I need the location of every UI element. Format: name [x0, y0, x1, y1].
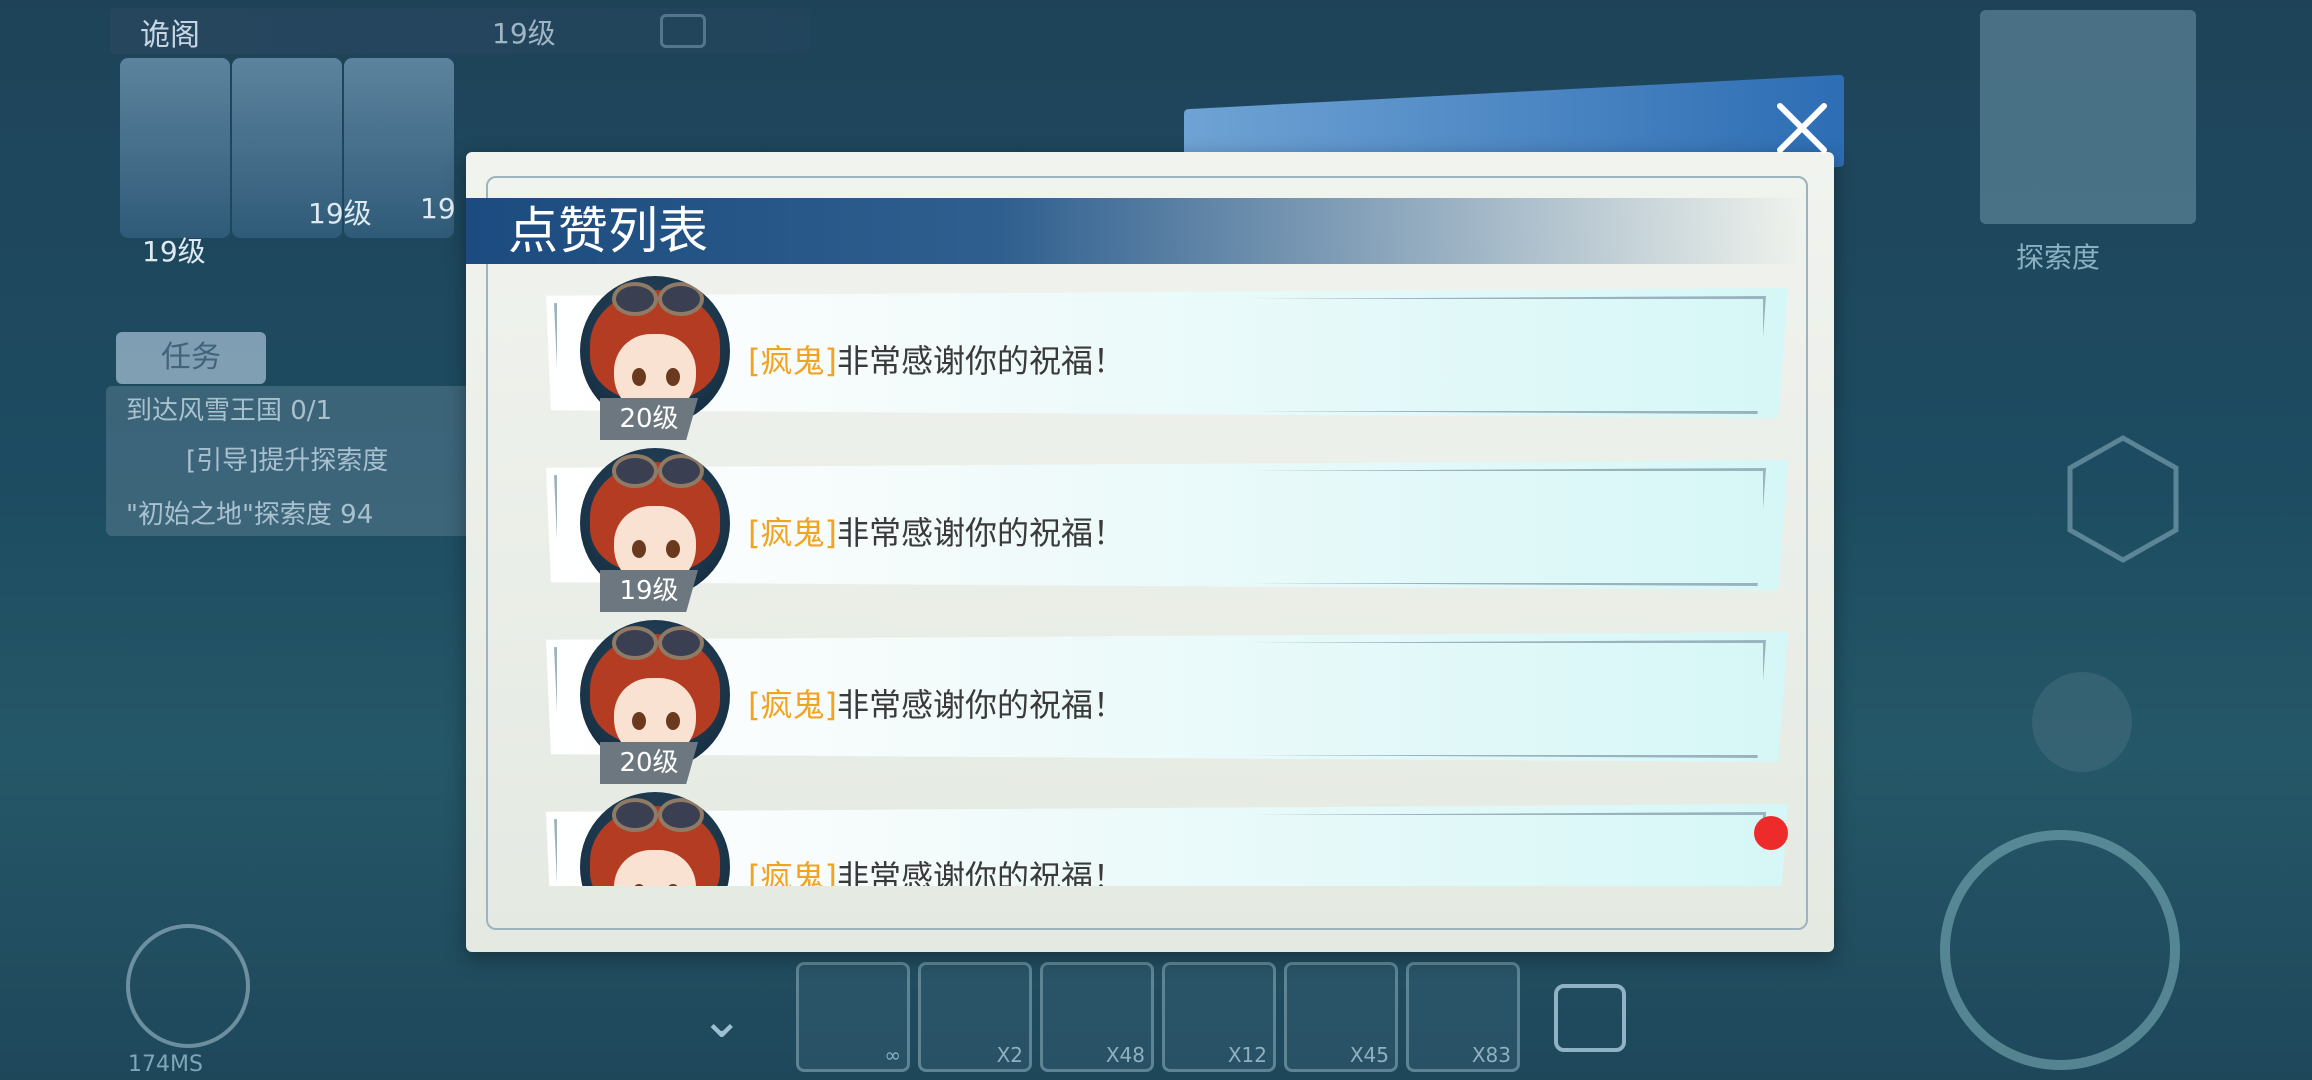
player-name: 诡阁 — [140, 18, 200, 53]
slot-count: X83 — [1471, 1043, 1511, 1067]
avatar-goggle — [612, 454, 658, 488]
map-region-icon[interactable] — [2066, 434, 2180, 564]
quest-line: "初始之地"探索度 94 — [126, 500, 374, 530]
slot-count: X2 — [996, 1043, 1023, 1067]
attack-button[interactable] — [1940, 830, 2180, 1070]
close-icon[interactable] — [1770, 96, 1834, 160]
dialog-title: 点赞列表 — [508, 202, 708, 260]
sender-name: [疯鬼] — [748, 858, 837, 886]
message-text: 非常感谢你的祝福！ — [836, 858, 1125, 886]
item-slot[interactable]: X2 — [918, 962, 1032, 1072]
avatar-eye — [666, 368, 680, 386]
card-frame — [554, 812, 1766, 886]
sender-name: [疯鬼] — [748, 686, 837, 724]
party-level: 19 — [420, 192, 456, 225]
chevron-down-icon[interactable]: ⌄ — [700, 990, 744, 1050]
quest-line: 到达风雪王国 0/1 — [126, 396, 333, 426]
avatar-eye — [666, 712, 680, 730]
party-panel[interactable]: 19级 19级 19 — [120, 58, 460, 298]
sprint-button[interactable] — [2032, 672, 2132, 772]
mount-button[interactable] — [126, 924, 250, 1048]
backpack-icon[interactable] — [1554, 984, 1626, 1052]
like-message: [疯鬼]非常感谢你的祝福！ — [748, 336, 1125, 382]
like-message: [疯鬼]非常感谢你的祝福！ — [748, 680, 1125, 726]
list-item[interactable]: [疯鬼]非常感谢你的祝福！ — [540, 792, 1792, 886]
quest-line: [引导]提升探索度 — [186, 446, 389, 476]
avatar-eye — [666, 540, 680, 558]
avatar-eye — [632, 368, 646, 386]
level-badge: 20级 — [600, 398, 698, 440]
card-frame — [554, 640, 1766, 758]
level-badge: 19级 — [600, 570, 698, 612]
avatar-goggle — [612, 282, 658, 316]
avatar-goggle — [658, 282, 704, 316]
list-item[interactable]: 20级 [疯鬼]非常感谢你的祝福！ — [540, 276, 1792, 440]
sender-name: [疯鬼] — [748, 342, 837, 380]
quest-tab[interactable]: 任务 — [116, 332, 266, 384]
avatar-eye — [632, 540, 646, 558]
item-slot[interactable]: X45 — [1284, 962, 1398, 1072]
party-level: 19级 — [142, 235, 206, 268]
likes-list[interactable]: 20级 [疯鬼]非常感谢你的祝福！ 19级 [疯鬼]非常感谢你的祝福！ 20级 — [540, 276, 1792, 886]
message-text: 非常感谢你的祝福！ — [836, 342, 1125, 380]
item-slot[interactable]: X83 — [1406, 962, 1520, 1072]
minimap[interactable] — [1980, 10, 2196, 224]
avatar-eye — [632, 712, 646, 730]
ping-readout: 174MS — [128, 1052, 203, 1077]
avatar-goggle — [612, 626, 658, 660]
item-slot[interactable]: ∞ — [796, 962, 910, 1072]
message-text: 非常感谢你的祝福！ — [836, 514, 1125, 552]
player-level: 19级 — [492, 17, 556, 50]
avatar-goggle — [612, 798, 658, 832]
party-level: 19级 — [308, 197, 372, 230]
avatar-goggle — [658, 798, 704, 832]
camera-icon[interactable] — [660, 14, 706, 48]
sender-name: [疯鬼] — [748, 514, 837, 552]
card-frame — [554, 468, 1766, 586]
item-slot[interactable]: X48 — [1040, 962, 1154, 1072]
card-frame — [554, 296, 1766, 414]
slot-count: X12 — [1227, 1043, 1267, 1067]
party-portrait[interactable] — [120, 58, 230, 238]
message-text: 非常感谢你的祝福！ — [836, 686, 1125, 724]
slot-count: X45 — [1349, 1043, 1389, 1067]
list-item[interactable]: 20级 [疯鬼]非常感谢你的祝福！ — [540, 620, 1792, 784]
avatar[interactable] — [580, 792, 730, 886]
like-message: [疯鬼]非常感谢你的祝福！ — [748, 852, 1125, 886]
slot-count: ∞ — [884, 1043, 901, 1067]
level-badge: 20级 — [600, 742, 698, 784]
list-item[interactable]: 19级 [疯鬼]非常感谢你的祝福！ — [540, 448, 1792, 612]
avatar-goggle — [658, 454, 704, 488]
unread-dot — [1754, 816, 1788, 850]
like-message: [疯鬼]非常感谢你的祝福！ — [748, 508, 1125, 554]
item-slot[interactable]: X12 — [1162, 962, 1276, 1072]
avatar-goggle — [658, 626, 704, 660]
explore-label: 探索度 — [2016, 241, 2101, 274]
slot-count: X48 — [1105, 1043, 1145, 1067]
